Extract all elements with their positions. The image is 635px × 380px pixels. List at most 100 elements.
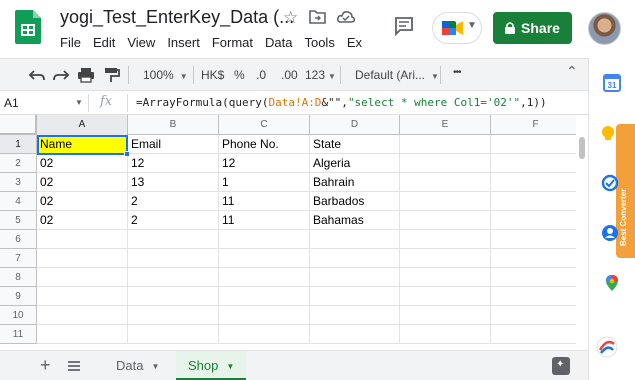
cell-e9[interactable] bbox=[400, 287, 491, 306]
cell-f11[interactable] bbox=[491, 325, 576, 344]
cell-a7[interactable] bbox=[37, 249, 128, 268]
cell-c3[interactable]: 1 bbox=[219, 173, 310, 192]
cell-e2[interactable] bbox=[400, 154, 491, 173]
cell-d2[interactable]: Algeria bbox=[310, 154, 400, 173]
increase-decimals-button[interactable]: .00 bbox=[281, 68, 298, 82]
select-all-corner[interactable] bbox=[0, 115, 37, 135]
row-header-8[interactable]: 8 bbox=[0, 268, 37, 287]
add-sheet-icon[interactable]: + bbox=[40, 355, 51, 376]
cell-b2[interactable]: 12 bbox=[128, 154, 219, 173]
cell-b5[interactable]: 2 bbox=[128, 211, 219, 230]
sheets-logo-icon[interactable] bbox=[15, 10, 41, 44]
font-select[interactable]: Default (Ari... ▼ bbox=[355, 68, 439, 84]
sheet-tab-data[interactable]: Data ▼ bbox=[104, 351, 171, 380]
cell-f9[interactable] bbox=[491, 287, 576, 306]
cell-f7[interactable] bbox=[491, 249, 576, 268]
cell-a6[interactable] bbox=[37, 230, 128, 249]
maps-icon[interactable] bbox=[603, 274, 621, 292]
redo-icon[interactable] bbox=[52, 67, 70, 83]
spreadsheet-grid[interactable]: ABCDEF 1 Name Email Phone No. State 2 02 12 12 Al… bbox=[0, 115, 576, 350]
cell-a11[interactable] bbox=[37, 325, 128, 344]
menu-extensions[interactable]: Ex bbox=[341, 34, 364, 52]
avatar[interactable] bbox=[588, 12, 621, 45]
cell-f5[interactable] bbox=[491, 211, 576, 230]
cell-e6[interactable] bbox=[400, 230, 491, 249]
tasks-icon[interactable] bbox=[601, 174, 619, 192]
cell-e1[interactable] bbox=[400, 135, 491, 154]
format-percent-button[interactable]: % bbox=[234, 68, 245, 82]
row-header-11[interactable]: 11 bbox=[0, 325, 37, 344]
row-header-10[interactable]: 10 bbox=[0, 306, 37, 325]
cell-c5[interactable]: 11 bbox=[219, 211, 310, 230]
all-sheets-menu-icon[interactable] bbox=[68, 360, 80, 372]
cell-d1[interactable]: State bbox=[310, 135, 400, 154]
cell-c1[interactable]: Phone No. bbox=[219, 135, 310, 154]
cell-a8[interactable] bbox=[37, 268, 128, 287]
menu-file[interactable]: File bbox=[54, 34, 87, 52]
cell-b1[interactable]: Email bbox=[128, 135, 219, 154]
cell-d8[interactable] bbox=[310, 268, 400, 287]
cell-d7[interactable] bbox=[310, 249, 400, 268]
undo-icon[interactable] bbox=[28, 67, 46, 83]
sheet-tab-shop[interactable]: Shop ▼ bbox=[176, 351, 247, 380]
row-header-6[interactable]: 6 bbox=[0, 230, 37, 249]
explore-button[interactable]: ✦ bbox=[552, 357, 570, 375]
calendar-icon[interactable]: 31 bbox=[603, 74, 621, 92]
cell-a3[interactable]: 02 bbox=[37, 173, 128, 192]
more-formats-select[interactable]: 123 ▼ bbox=[305, 68, 336, 84]
cell-e5[interactable] bbox=[400, 211, 491, 230]
cell-b3[interactable]: 13 bbox=[128, 173, 219, 192]
cell-b10[interactable] bbox=[128, 306, 219, 325]
cell-e11[interactable] bbox=[400, 325, 491, 344]
formula-input[interactable]: =ArrayFormula(query(Data!A:D&"","select … bbox=[136, 96, 547, 109]
cell-a1[interactable]: Name bbox=[37, 135, 128, 154]
collapse-toolbar-icon[interactable]: ⌃ bbox=[566, 63, 578, 80]
cell-e3[interactable] bbox=[400, 173, 491, 192]
scrollbar-thumb[interactable] bbox=[579, 137, 585, 159]
row-header-4[interactable]: 4 bbox=[0, 192, 37, 211]
cell-d5[interactable]: Bahamas bbox=[310, 211, 400, 230]
cell-c10[interactable] bbox=[219, 306, 310, 325]
cell-c4[interactable]: 11 bbox=[219, 192, 310, 211]
cell-f4[interactable] bbox=[491, 192, 576, 211]
move-folder-icon[interactable] bbox=[309, 9, 326, 24]
document-title[interactable]: yogi_Test_EnterKey_Data (... bbox=[60, 7, 294, 28]
share-button[interactable]: Share bbox=[493, 12, 572, 44]
cell-b4[interactable]: 2 bbox=[128, 192, 219, 211]
column-header-b[interactable]: B bbox=[128, 115, 219, 135]
paint-format-icon[interactable] bbox=[102, 67, 120, 83]
column-header-d[interactable]: D bbox=[310, 115, 400, 135]
row-header-5[interactable]: 5 bbox=[0, 211, 37, 230]
print-icon[interactable] bbox=[77, 67, 95, 83]
cell-a10[interactable] bbox=[37, 306, 128, 325]
decrease-decimals-button[interactable]: .0 bbox=[256, 68, 266, 82]
cell-f8[interactable] bbox=[491, 268, 576, 287]
star-icon[interactable]: ☆ bbox=[283, 8, 298, 28]
column-header-f[interactable]: F bbox=[491, 115, 576, 135]
format-currency-button[interactable]: HK$ bbox=[201, 68, 224, 82]
cloud-saved-icon[interactable] bbox=[337, 9, 355, 25]
cell-c8[interactable] bbox=[219, 268, 310, 287]
menu-tools[interactable]: Tools bbox=[298, 34, 340, 52]
cell-d11[interactable] bbox=[310, 325, 400, 344]
cell-c7[interactable] bbox=[219, 249, 310, 268]
cell-b6[interactable] bbox=[128, 230, 219, 249]
cell-b8[interactable] bbox=[128, 268, 219, 287]
cell-d9[interactable] bbox=[310, 287, 400, 306]
cell-f1[interactable] bbox=[491, 135, 576, 154]
cell-b9[interactable] bbox=[128, 287, 219, 306]
cell-a5[interactable]: 02 bbox=[37, 211, 128, 230]
cell-c2[interactable]: 12 bbox=[219, 154, 310, 173]
column-header-c[interactable]: C bbox=[219, 115, 310, 135]
cell-c11[interactable] bbox=[219, 325, 310, 344]
cell-d3[interactable]: Bahrain bbox=[310, 173, 400, 192]
cell-f10[interactable] bbox=[491, 306, 576, 325]
row-header-1[interactable]: 1 bbox=[0, 135, 37, 154]
cell-d4[interactable]: Barbados bbox=[310, 192, 400, 211]
cell-d10[interactable] bbox=[310, 306, 400, 325]
cell-c6[interactable] bbox=[219, 230, 310, 249]
cell-e8[interactable] bbox=[400, 268, 491, 287]
cell-b11[interactable] bbox=[128, 325, 219, 344]
menu-format[interactable]: Format bbox=[206, 34, 259, 52]
comment-history-icon[interactable] bbox=[394, 16, 414, 36]
